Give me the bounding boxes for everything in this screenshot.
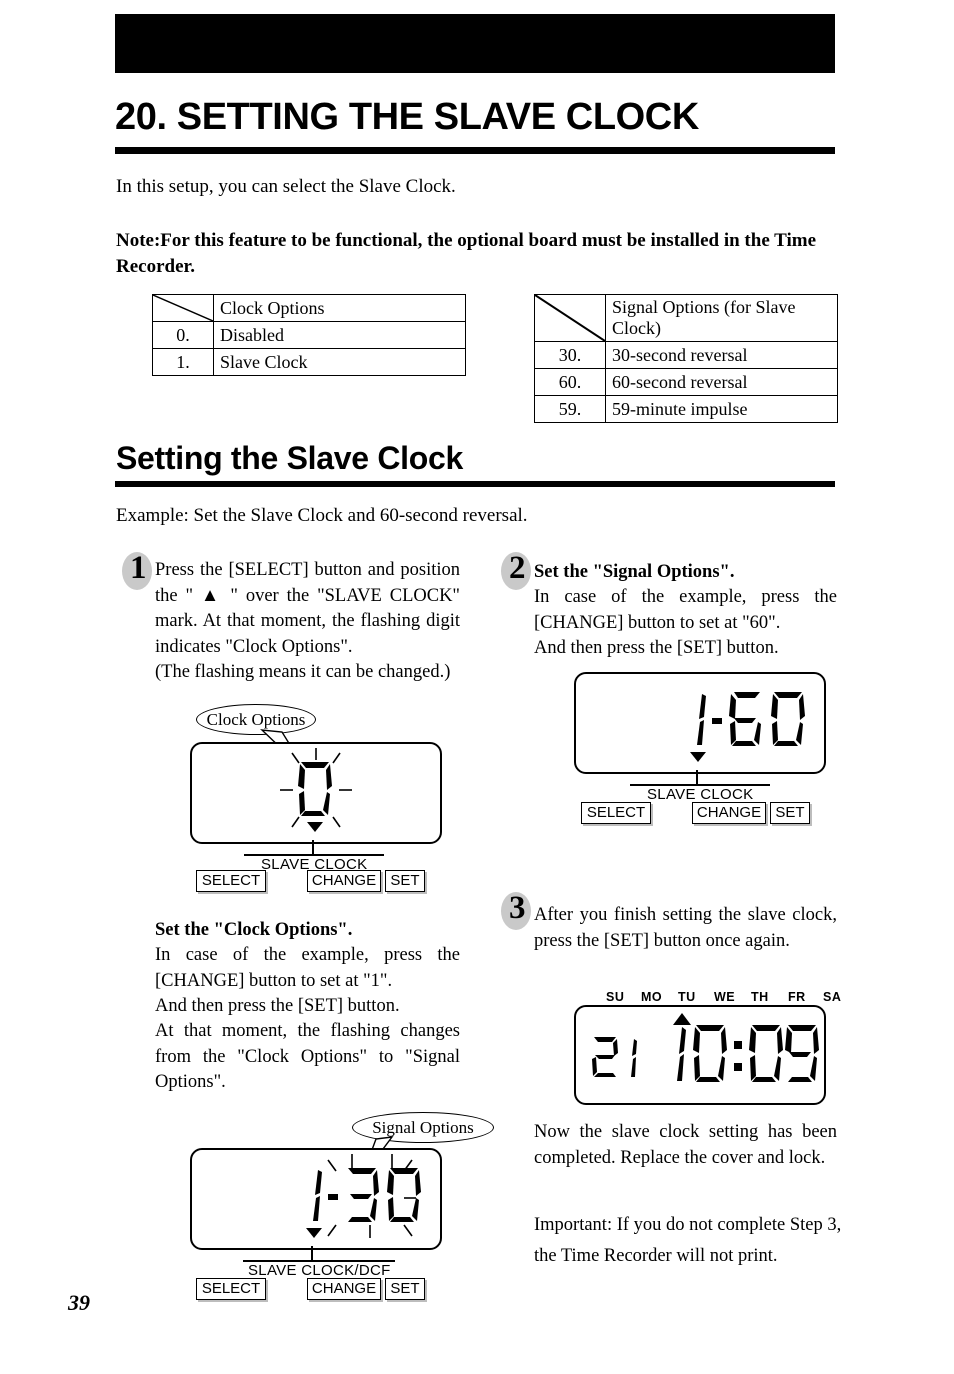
section-rule: [115, 481, 835, 487]
lcd-display-4: 21 10:09: [574, 1005, 826, 1105]
select-button[interactable]: SELECT: [581, 802, 651, 824]
seven-segment-digit: [298, 762, 332, 816]
row-label: Disabled: [213, 321, 466, 349]
row-code: 0.: [152, 321, 214, 349]
set-button[interactable]: SET: [385, 870, 425, 892]
clock-options-table: Clock Options 0. Disabled 1. Slave Clock: [152, 294, 466, 376]
down-arrow-marker-icon: [307, 822, 323, 832]
lcd-2-device-label: SLAVE CLOCK: [647, 786, 754, 803]
signal-options-header-label: Signal Options (for Slave Clock): [605, 294, 838, 342]
day-label-mo: MO: [641, 990, 663, 1004]
lcd-display-2: 1-60: [574, 672, 826, 774]
lcd-3-device-label: SLAVE CLOCK/DCF: [248, 1262, 391, 1279]
title-rule: [115, 147, 835, 154]
table-row: 60. 60-second reversal: [534, 368, 838, 396]
lcd-display-3: 1-30: [190, 1148, 442, 1250]
select-button[interactable]: SELECT: [196, 1278, 266, 1300]
step-number: 3: [509, 890, 526, 926]
lcd-3-value-segments: [313, 1168, 421, 1222]
step-1-followup-heading: Set the "Clock Options".: [155, 920, 353, 940]
step-2-body: In case of the example, press the [CHANG…: [534, 587, 837, 633]
select-button[interactable]: SELECT: [196, 870, 266, 892]
step-1-followup-body: In case of the example, press the [CHANG…: [155, 945, 460, 991]
step-number: 2: [509, 550, 526, 586]
day-label-sa: SA: [823, 990, 842, 1004]
table-header-row: Signal Options (for Slave Clock): [534, 293, 838, 343]
table-row: 30. 30-second reversal: [534, 341, 838, 369]
day-label-th: TH: [751, 990, 769, 1004]
signal-options-table: Signal Options (for Slave Clock) 30. 30-…: [534, 293, 838, 423]
row-code: 1.: [152, 348, 214, 376]
step-1-followup-body3: At that moment, the flashing changes fro…: [155, 1021, 460, 1092]
step-3-followup-body: Now the slave clock setting has been com…: [534, 1122, 837, 1168]
lcd-4-date-segments: [592, 1037, 637, 1077]
page-number: 39: [68, 1290, 90, 1315]
row-label: 59-minute impulse: [605, 395, 838, 423]
intro-paragraph: In this setup, you can select the Slave …: [116, 176, 456, 197]
set-button[interactable]: SET: [770, 802, 810, 824]
row-code: 59.: [534, 395, 606, 423]
down-arrow-marker-icon: [690, 752, 706, 762]
table-row: 0. Disabled: [152, 321, 466, 349]
step-1-body: Press the [SELECT] button and position t…: [155, 560, 460, 657]
lcd-2-value-segments: [697, 692, 805, 746]
page-title: 20. SETTING THE SLAVE CLOCK: [115, 96, 699, 138]
change-button[interactable]: CHANGE: [307, 870, 381, 892]
clock-options-header-label: Clock Options: [213, 294, 466, 322]
note-paragraph: Note:For this feature to be functional, …: [116, 230, 817, 277]
section-title: Setting the Slave Clock: [116, 440, 463, 476]
diagonal-line-icon: [152, 294, 214, 322]
step-3-important: Important: If you do not complete Step 3…: [534, 1215, 842, 1266]
step-1-body2: (The flashing means it can be changed.): [155, 662, 451, 682]
day-label-tu: TU: [678, 990, 696, 1004]
row-code: 60.: [534, 368, 606, 396]
step-3-body: After you finish setting the slave clock…: [534, 905, 837, 951]
header-black-bar: [115, 14, 835, 73]
diagonal-line-icon: [534, 293, 606, 343]
step-2-body2: And then press the [SET] button.: [534, 638, 779, 658]
step-number: 1: [130, 550, 147, 586]
row-label: 30-second reversal: [605, 341, 838, 369]
day-label-fr: FR: [788, 990, 806, 1004]
step-2-heading: Set the "Signal Options".: [534, 562, 735, 582]
change-button[interactable]: CHANGE: [307, 1278, 381, 1300]
table-row: 1. Slave Clock: [152, 348, 466, 376]
header-diagonal-cell: [534, 293, 606, 343]
day-label-we: WE: [714, 990, 736, 1004]
row-code: 30.: [534, 341, 606, 369]
manual-page: 20. SETTING THE SLAVE CLOCK In this setu…: [0, 0, 954, 1374]
header-diagonal-cell: [152, 294, 214, 322]
day-label-su: SU: [606, 990, 625, 1004]
set-button[interactable]: SET: [385, 1278, 425, 1300]
row-label: Slave Clock: [213, 348, 466, 376]
step-1-followup-body2: And then press the [SET] button.: [155, 996, 400, 1016]
table-row: 59. 59-minute impulse: [534, 395, 838, 423]
example-line: Example: Set the Slave Clock and 60-seco…: [116, 505, 528, 526]
table-header-row: Clock Options: [152, 294, 466, 322]
lcd-display-1: 0: [190, 742, 442, 844]
change-button[interactable]: CHANGE: [692, 802, 766, 824]
row-label: 60-second reversal: [605, 368, 838, 396]
lcd-4-time-segments: [677, 1025, 819, 1082]
down-arrow-marker-icon: [306, 1228, 322, 1238]
